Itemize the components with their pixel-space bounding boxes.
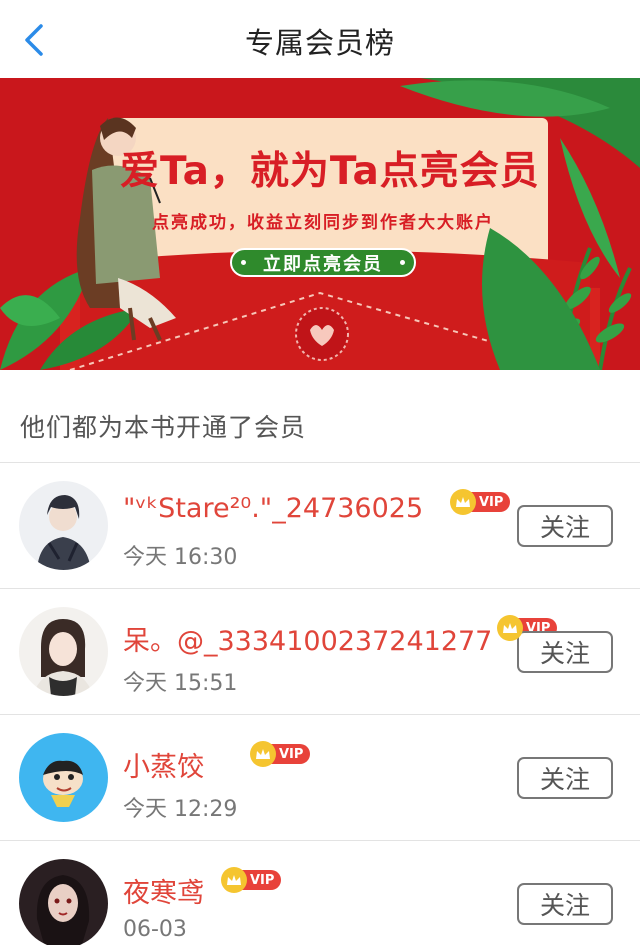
crown-icon: [497, 615, 523, 641]
avatar[interactable]: [19, 859, 108, 945]
vip-badge: VIP: [450, 489, 511, 515]
follow-button[interactable]: 关注: [517, 757, 613, 799]
page-title: 专属会员榜: [244, 26, 395, 60]
banner-headline: 爱Ta，就为Ta点亮会员: [120, 149, 540, 194]
join-time: 今天 15:51: [123, 671, 238, 696]
join-time: 今天 16:30: [123, 545, 238, 570]
member-name: 呆。@_3334100237241277: [123, 626, 493, 657]
list-item[interactable]: 小蒸饺 VIP 今天 12:29 关注: [0, 714, 640, 840]
nav-header: 专属会员榜: [0, 0, 640, 78]
crown-icon: [221, 867, 247, 893]
follow-button[interactable]: 关注: [517, 505, 613, 547]
member-list: "ᵛᵏStare²⁰."_24736025 VIP 今天 16:30 关注 呆。…: [0, 462, 640, 945]
member-name: 夜寒鸢: [123, 878, 204, 909]
light-up-member-button[interactable]: 立即点亮会员: [230, 248, 416, 277]
section-title: 他们都为本书开通了会员: [20, 413, 307, 442]
follow-button[interactable]: 关注: [517, 883, 613, 925]
follow-button[interactable]: 关注: [517, 631, 613, 673]
vip-badge: VIP: [221, 867, 282, 893]
promo-banner[interactable]: 爱Ta，就为Ta点亮会员 点亮成功，收益立刻同步到作者大大账户 立即点亮会员: [0, 78, 640, 370]
avatar[interactable]: [19, 733, 108, 822]
join-time: 06-03: [123, 917, 187, 942]
list-item[interactable]: "ᵛᵏStare²⁰."_24736025 VIP 今天 16:30 关注: [0, 462, 640, 588]
crown-icon: [250, 741, 276, 767]
banner-subtitle: 点亮成功，收益立刻同步到作者大大账户: [152, 213, 494, 233]
join-time: 今天 12:29: [123, 797, 238, 822]
list-item[interactable]: 夜寒鸢 VIP 06-03 关注: [0, 840, 640, 945]
list-item[interactable]: 呆。@_3334100237241277 VIP 今天 15:51 关注: [0, 588, 640, 714]
avatar[interactable]: [19, 481, 108, 570]
member-name: 小蒸饺: [123, 752, 204, 783]
vip-badge: VIP: [250, 741, 311, 767]
avatar[interactable]: [19, 607, 108, 696]
member-name: "ᵛᵏStare²⁰."_24736025: [123, 493, 424, 524]
crown-icon: [450, 489, 476, 515]
